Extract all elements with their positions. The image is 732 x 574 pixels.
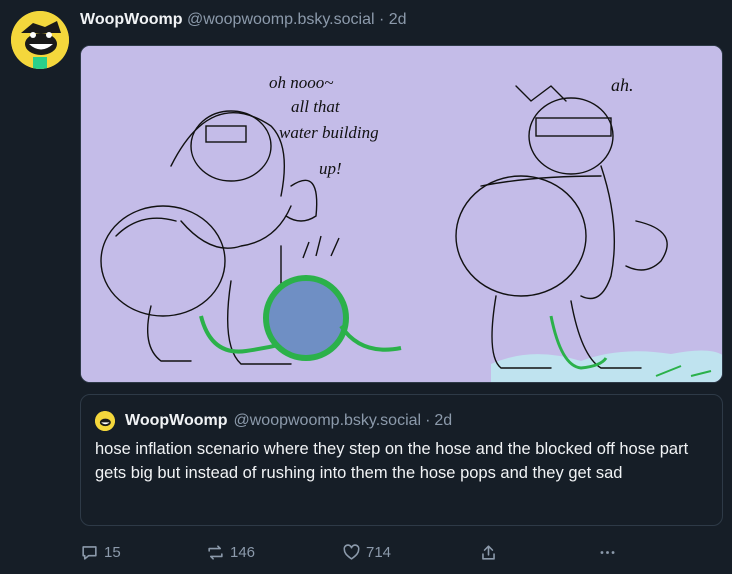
repost-button[interactable]: 146: [206, 540, 255, 564]
like-icon: [343, 543, 360, 560]
more-button[interactable]: [598, 540, 622, 564]
author-handle[interactable]: @woopwoomp.bsky.social: [187, 11, 375, 28]
reply-icon: [82, 545, 97, 560]
drawing: oh nooo~ all that water building up! ah.: [81, 46, 722, 382]
avatar[interactable]: [11, 11, 69, 69]
like-count: 714: [366, 543, 392, 561]
bubble-line-1: oh nooo~: [269, 73, 333, 92]
post-time[interactable]: 2d: [389, 11, 407, 28]
quoted-text: hose inflation scenario where they step …: [95, 440, 689, 482]
bubble-line-3: water building: [279, 123, 379, 142]
quoted-author-name[interactable]: WoopWoomp: [125, 410, 228, 432]
bubble-right: ah.: [611, 75, 634, 95]
quoted-avatar[interactable]: [95, 411, 115, 431]
bubble-line-2: all that: [291, 97, 341, 116]
share-icon: [482, 544, 495, 560]
more-icon: [600, 550, 615, 554]
like-button[interactable]: 714: [342, 540, 391, 564]
reply-count: 15: [104, 543, 121, 561]
repost-count: 146: [230, 543, 256, 561]
post-header: WoopWoomp @woopwoomp.bsky.social · 2d: [80, 9, 407, 31]
bubble-line-4: up!: [319, 159, 342, 178]
quoted-separator: ·: [425, 412, 431, 429]
repost-icon: [208, 544, 223, 560]
quoted-header: WoopWoomp @woopwoomp.bsky.social · 2d: [95, 410, 452, 432]
post-image[interactable]: oh nooo~ all that water building up! ah.: [80, 45, 723, 383]
author-name[interactable]: WoopWoomp: [80, 11, 183, 28]
avatar-image: [11, 11, 69, 69]
reply-button[interactable]: 15: [80, 540, 121, 564]
quoted-author-handle[interactable]: @woopwoomp.bsky.social: [234, 410, 422, 432]
share-button[interactable]: [479, 540, 503, 564]
separator: ·: [378, 11, 385, 28]
action-bar: 15 146 714: [80, 540, 720, 564]
quoted-time[interactable]: 2d: [434, 410, 452, 432]
quoted-post[interactable]: WoopWoomp @woopwoomp.bsky.social · 2d ho…: [80, 394, 723, 526]
